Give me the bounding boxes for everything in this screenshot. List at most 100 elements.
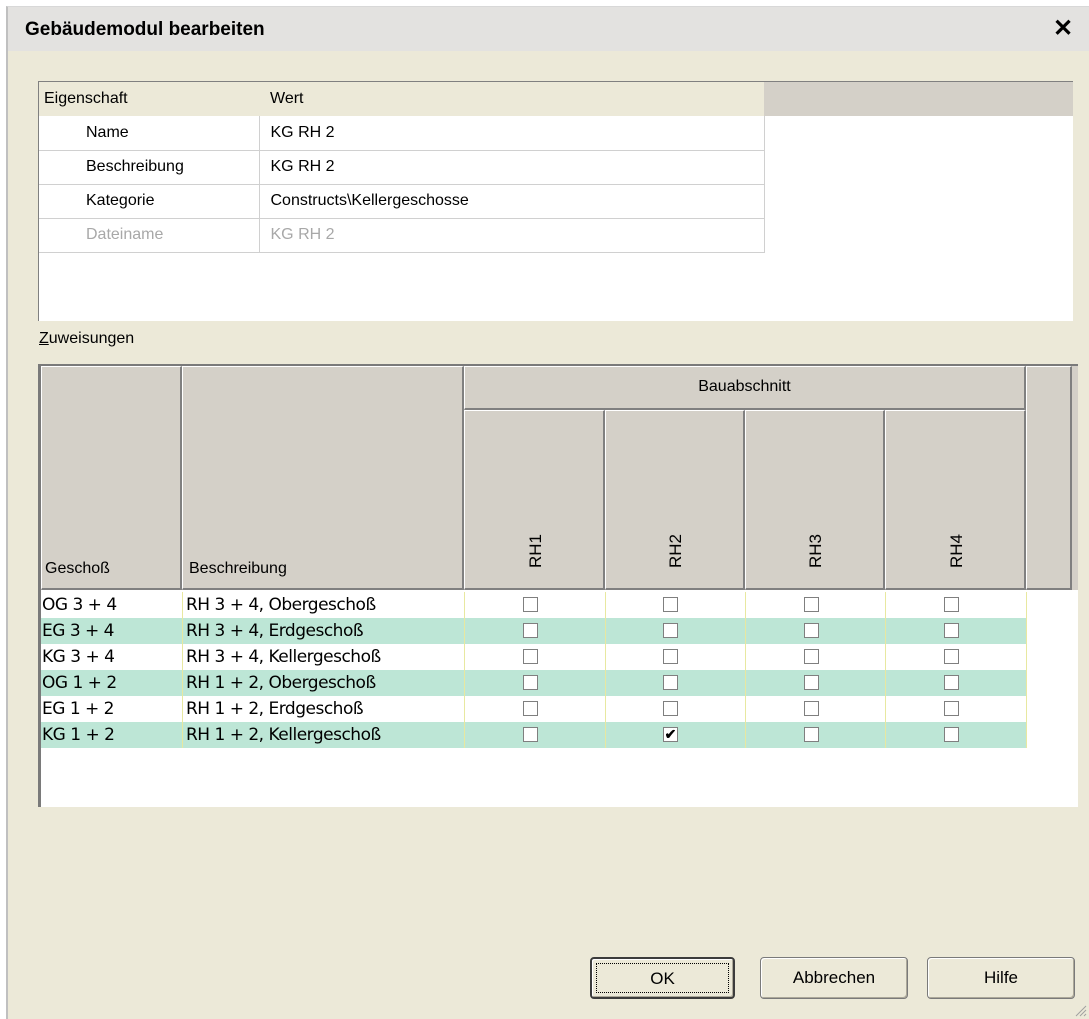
column-separator [745, 644, 746, 670]
property-value-name[interactable]: KG RH 2 [259, 116, 765, 151]
column-header-rh1-label: RH1 [526, 534, 545, 569]
floor-cell: EG 1 + 2 [42, 699, 115, 719]
column-separator [885, 644, 886, 670]
column-separator [605, 644, 606, 670]
group-header-label: Bauabschnitt [698, 378, 791, 395]
assignments-grid: Geschoß Beschreibung Bauabschnitt RH1 RH… [38, 364, 1078, 807]
checkbox-rh4[interactable] [944, 597, 959, 612]
column-separator [605, 618, 606, 644]
property-key: Beschreibung [39, 150, 260, 185]
checkbox-rh1[interactable] [523, 675, 538, 690]
floor-cell: OG 1 + 2 [42, 673, 117, 693]
checkbox-rh4[interactable] [944, 649, 959, 664]
column-separator [885, 592, 886, 618]
table-row[interactable]: EG 3 + 4 RH 3 + 4, Erdgeschoß [41, 618, 1027, 644]
column-separator [885, 722, 886, 748]
property-row-category[interactable]: Kategorie Constructs\Kellergeschosse [39, 184, 765, 219]
checkbox-rh4[interactable] [944, 623, 959, 638]
property-row-description[interactable]: Beschreibung KG RH 2 [39, 150, 765, 185]
dialog-title: Gebäudemodul bearbeiten [25, 19, 265, 40]
checkbox-rh1[interactable] [523, 701, 538, 716]
property-header-key: Eigenschaft [39, 82, 259, 116]
column-header-rh3[interactable]: RH3 [745, 410, 885, 590]
ok-button[interactable]: OK [590, 957, 735, 999]
column-separator [605, 722, 606, 748]
property-row-filename: Dateiname KG RH 2 [39, 218, 765, 253]
checkbox-rh1[interactable] [523, 649, 538, 664]
column-header-rh1[interactable]: RH1 [464, 410, 605, 590]
property-table: Eigenschaft Wert Name KG RH 2 Beschreibu… [39, 82, 765, 253]
column-separator [1026, 644, 1027, 670]
property-header-value: Wert [259, 82, 764, 116]
column-header-rh2-label: RH2 [666, 534, 685, 569]
floor-cell: KG 1 + 2 [42, 725, 115, 745]
column-separator [1026, 592, 1027, 618]
checkbox-rh2[interactable] [663, 597, 678, 612]
column-header-floor[interactable]: Geschoß [41, 366, 182, 590]
column-header-description[interactable]: Beschreibung [182, 366, 464, 590]
resize-grip-icon[interactable] [1071, 1001, 1087, 1017]
column-separator [745, 722, 746, 748]
floor-cell: OG 3 + 4 [42, 595, 117, 615]
floor-cell: KG 3 + 4 [42, 647, 115, 667]
column-separator [885, 670, 886, 696]
title-bar[interactable]: Gebäudemodul bearbeiten ✕ [8, 7, 1089, 51]
cancel-button[interactable]: Abbrechen [760, 957, 908, 999]
column-separator [182, 670, 183, 696]
property-key: Name [39, 116, 260, 151]
checkbox-rh3[interactable] [804, 597, 819, 612]
column-separator [182, 644, 183, 670]
checkbox-rh2[interactable]: ✔ [663, 727, 678, 742]
property-row-name[interactable]: Name KG RH 2 [39, 116, 765, 151]
column-separator [464, 618, 465, 644]
description-cell: RH 1 + 2, Kellergeschoß [186, 725, 381, 745]
close-icon[interactable]: ✕ [1049, 15, 1077, 43]
checkbox-rh3[interactable] [804, 649, 819, 664]
table-row[interactable]: OG 1 + 2 RH 1 + 2, Obergeschoß [41, 670, 1027, 696]
column-separator [745, 696, 746, 722]
property-key: Kategorie [39, 184, 260, 219]
description-cell: RH 1 + 2, Obergeschoß [186, 673, 376, 693]
checkbox-rh2[interactable] [663, 675, 678, 690]
checkbox-rh4[interactable] [944, 727, 959, 742]
checkbox-rh4[interactable] [944, 701, 959, 716]
table-row[interactable]: OG 3 + 4 RH 3 + 4, Obergeschoß [41, 592, 1027, 618]
dialog-content: Eigenschaft Wert Name KG RH 2 Beschreibu… [8, 51, 1089, 1019]
column-separator [464, 592, 465, 618]
checkbox-rh2[interactable] [663, 701, 678, 716]
checkbox-rh1[interactable] [523, 623, 538, 638]
property-value-category[interactable]: Constructs\Kellergeschosse [259, 184, 765, 219]
property-header-row: Eigenschaft Wert [39, 82, 764, 116]
table-row[interactable]: KG 1 + 2 RH 1 + 2, Kellergeschoß ✔ [41, 722, 1027, 748]
column-separator [605, 670, 606, 696]
column-separator [464, 696, 465, 722]
property-value-description[interactable]: KG RH 2 [259, 150, 765, 185]
column-separator [1026, 670, 1027, 696]
column-separator [182, 722, 183, 748]
checkbox-rh4[interactable] [944, 675, 959, 690]
checkbox-rh2[interactable] [663, 623, 678, 638]
checkbox-rh3[interactable] [804, 675, 819, 690]
property-key: Dateiname [39, 218, 260, 253]
column-header-floor-label: Geschoß [45, 560, 110, 577]
table-row[interactable]: KG 3 + 4 RH 3 + 4, Kellergeschoß [41, 644, 1027, 670]
checkbox-rh3[interactable] [804, 701, 819, 716]
column-separator [464, 722, 465, 748]
checkbox-rh1[interactable] [523, 597, 538, 612]
help-button-label: Hilfe [983, 968, 1018, 987]
column-separator [745, 618, 746, 644]
column-header-spacer [1026, 366, 1072, 590]
column-header-rh4[interactable]: RH4 [885, 410, 1026, 590]
assignments-label-mnemonic: Z [39, 330, 49, 347]
column-header-rh2[interactable]: RH2 [605, 410, 745, 590]
checkbox-rh1[interactable] [523, 727, 538, 742]
column-separator [605, 592, 606, 618]
checkbox-rh3[interactable] [804, 623, 819, 638]
table-row[interactable]: EG 1 + 2 RH 1 + 2, Erdgeschoß [41, 696, 1027, 722]
assignments-label-rest: uweisungen [48, 330, 135, 347]
edit-building-module-dialog: Gebäudemodul bearbeiten ✕ Eigenschaft We… [6, 6, 1089, 1019]
help-button[interactable]: Hilfe [927, 957, 1075, 999]
group-header-construction-section: Bauabschnitt [464, 366, 1026, 410]
checkbox-rh2[interactable] [663, 649, 678, 664]
checkbox-rh3[interactable] [804, 727, 819, 742]
